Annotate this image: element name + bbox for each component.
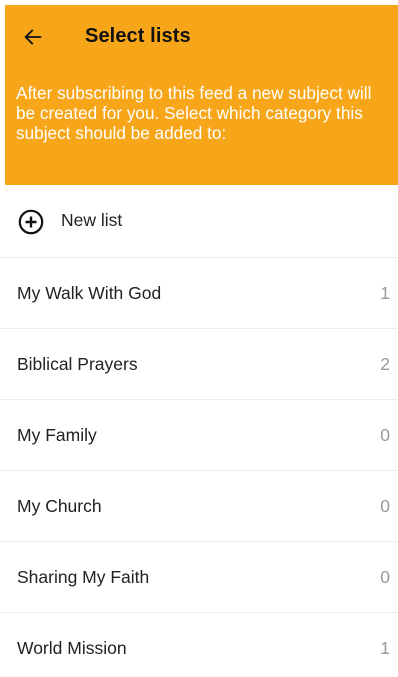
- list-item-count: 0: [380, 567, 390, 587]
- list-item-count: 0: [380, 496, 390, 516]
- list-item[interactable]: World Mission 1: [0, 612, 398, 677]
- list-item-count: 1: [380, 638, 390, 658]
- back-button[interactable]: [19, 23, 47, 51]
- app-header: Select lists After subscribing to this f…: [5, 5, 398, 185]
- list-item[interactable]: Sharing My Faith 0: [0, 541, 398, 612]
- header-description: After subscribing to this feed a new sub…: [16, 83, 372, 143]
- arrow-left-icon: [24, 29, 42, 45]
- list-item[interactable]: My Walk With God 1: [0, 257, 398, 328]
- page-title: Select lists: [85, 25, 191, 47]
- toolbar: Select lists: [5, 5, 398, 69]
- list-item[interactable]: My Church 0: [0, 470, 398, 541]
- list-item[interactable]: Biblical Prayers 2: [0, 328, 398, 399]
- category-list: My Walk With God 1 Biblical Prayers 2 My…: [0, 257, 398, 677]
- list-item[interactable]: My Family 0: [0, 399, 398, 470]
- list-item-count: 2: [380, 354, 390, 374]
- plus-circle-icon: [18, 209, 44, 235]
- new-list-button[interactable]: New list: [0, 187, 398, 257]
- list-item-label: My Walk With God: [17, 283, 162, 303]
- list-item-label: My Church: [17, 496, 102, 516]
- list-item-label: My Family: [17, 425, 97, 445]
- select-lists-screen: Select lists After subscribing to this f…: [0, 0, 398, 677]
- list-item-label: Sharing My Faith: [17, 567, 150, 587]
- list-item-count: 1: [380, 283, 390, 303]
- list-item-count: 0: [380, 425, 390, 445]
- list-item-label: Biblical Prayers: [17, 354, 138, 374]
- new-list-label: New list: [61, 210, 123, 230]
- list-item-label: World Mission: [17, 638, 127, 658]
